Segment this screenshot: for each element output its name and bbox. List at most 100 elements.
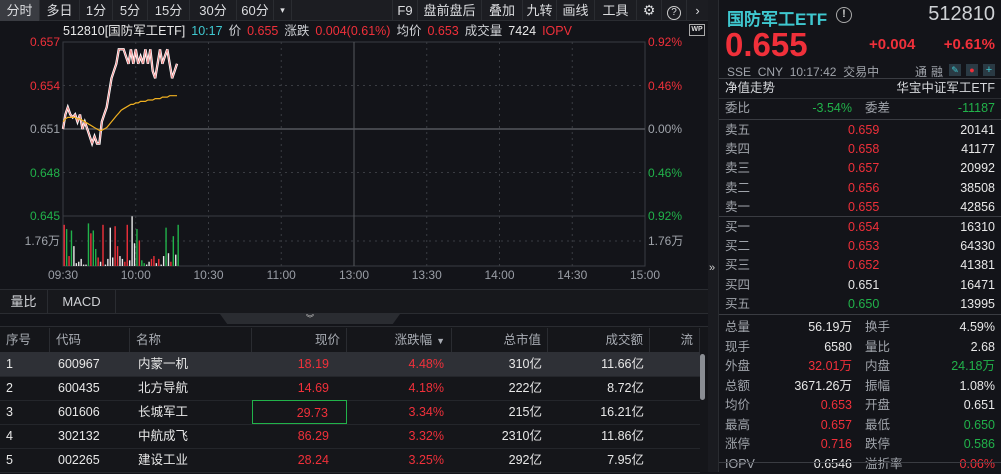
volume-bar	[73, 246, 75, 266]
column-header-label: 涨跌幅	[394, 333, 433, 347]
table-cell: 7.95亿	[607, 453, 644, 467]
column-header-label: 序号	[6, 333, 32, 347]
volume-bar	[107, 258, 109, 266]
stat-value: 0.06%	[959, 456, 995, 471]
column-header[interactable]: 名称	[130, 328, 252, 352]
column-header-label: 代码	[56, 333, 82, 347]
table-cell: 3.25%	[408, 453, 444, 467]
bid-row[interactable]: 买三 0.652 41381	[725, 256, 995, 275]
tab-macd[interactable]: MACD	[48, 290, 116, 313]
volume-bar	[99, 261, 102, 266]
table-cell: 4.48%	[408, 357, 444, 371]
table-cell: 29.73	[252, 400, 347, 424]
level-label: 买一	[725, 220, 751, 234]
bid-row[interactable]: 买四 0.651 16471	[725, 276, 995, 295]
stat-value: 56.19万	[808, 320, 852, 334]
y-tick-left: 0.651	[29, 122, 60, 136]
bid-row[interactable]: 买二 0.653 64330	[725, 237, 995, 256]
ask-row[interactable]: 卖二 0.656 38508	[725, 179, 995, 198]
stat-label: 最低	[865, 417, 891, 432]
level-label: 卖三	[725, 161, 751, 176]
volume-bar	[143, 263, 145, 266]
volume-bar	[124, 261, 126, 266]
column-header-label: 成交额	[605, 333, 643, 347]
bid-row[interactable]: 买五 0.650 13995	[725, 295, 995, 314]
column-header[interactable]: 序号	[0, 328, 50, 352]
level-label: 买三	[725, 258, 751, 273]
expand-icon[interactable]: »	[709, 262, 715, 274]
column-header[interactable]: 涨跌幅 ▼	[347, 328, 452, 352]
level-volume: 41381	[960, 258, 995, 273]
table-cell: 内蒙一机	[138, 357, 189, 371]
bid-row[interactable]: 买一 0.654 16310	[725, 218, 995, 237]
stat-row: IOPV 0.6546 溢折率 0.06%	[725, 455, 995, 474]
column-header[interactable]: 流	[650, 328, 700, 352]
table-cell: 18.19	[297, 357, 329, 371]
weibi-row: 委比 -3.54% 委差 -11187	[725, 99, 995, 118]
table-cell: 222亿	[508, 381, 542, 395]
stat-value: 1.08%	[959, 378, 995, 393]
column-header[interactable]: 总市值	[452, 328, 548, 352]
bell-icon[interactable]: ●	[966, 64, 978, 76]
volume-bar	[162, 256, 165, 266]
panel-splitter[interactable]: »	[708, 0, 718, 472]
ask-row[interactable]: 卖五 0.659 20141	[725, 121, 995, 140]
volume-bar	[78, 261, 80, 266]
pencil-icon[interactable]: ✎	[949, 64, 961, 76]
stat-label: 量比	[865, 339, 891, 354]
level-label: 买二	[725, 239, 751, 254]
nav-row[interactable]: 净值走势 华宝中证军工ETF	[725, 79, 995, 98]
table-row[interactable]: 5 002265 建设工业 28.24 3.25% 292亿 7.95亿	[0, 448, 700, 473]
collapse-panel-handle[interactable]: ︾	[220, 314, 400, 324]
volume-bar	[160, 264, 162, 266]
level-label: 卖四	[725, 142, 751, 157]
table-row[interactable]: 2 600435 北方导航 14.69 4.18% 222亿 8.72亿	[0, 376, 700, 401]
volume-bar	[87, 223, 90, 266]
table-cell: 28.24	[297, 453, 329, 467]
table-cell: 2	[6, 381, 13, 395]
level-price: 0.652	[848, 258, 880, 273]
weibi-value: -3.54%	[812, 101, 852, 115]
column-header-label: 名称	[136, 333, 162, 347]
column-header[interactable]: 现价	[252, 328, 347, 352]
add-icon[interactable]: +	[983, 64, 995, 76]
currency: CNY	[757, 65, 784, 79]
level-label: 买五	[725, 296, 751, 311]
table-scrollbar[interactable]	[700, 354, 705, 400]
y-tick-right: 0.92%	[648, 209, 683, 223]
level-price: 0.659	[848, 123, 880, 137]
table-cell: 14.69	[297, 381, 329, 395]
column-header[interactable]: 代码	[50, 328, 130, 352]
stat-row: 总额 3671.26万 振幅 1.08%	[725, 377, 995, 396]
indicator-tabs: 量比 MACD	[0, 289, 708, 314]
stat-label: 总额	[725, 378, 751, 393]
volume-bar	[119, 256, 121, 266]
sort-desc-icon[interactable]: ▼	[436, 336, 445, 346]
column-header[interactable]: 成交额	[548, 328, 650, 352]
table-cell: 5	[6, 453, 13, 467]
stat-label: 内盘	[865, 359, 891, 373]
table-row[interactable]: 3 601606 长城军工 29.73 3.34% 215亿 16.21亿	[0, 400, 700, 425]
volume-bar	[85, 264, 87, 266]
table-cell: 4.18%	[408, 381, 444, 395]
volume-bar	[80, 258, 82, 266]
stat-value: 4.59%	[959, 320, 995, 334]
ask-row[interactable]: 卖一 0.655 42856	[725, 198, 995, 217]
ask-row[interactable]: 卖四 0.658 41177	[725, 140, 995, 159]
info-icon[interactable]: !	[836, 7, 852, 23]
weicha-value: -11187	[957, 101, 995, 115]
level-label: 卖五	[725, 123, 751, 137]
table-row[interactable]: 4 302132 中航成飞 86.29 3.32% 2310亿 11.86亿	[0, 424, 700, 449]
stat-value: 6580	[824, 339, 852, 354]
ask-row[interactable]: 卖三 0.657 20992	[725, 159, 995, 178]
nav-trend-label[interactable]: 净值走势	[725, 81, 775, 95]
table-cell: 16.21亿	[600, 405, 644, 419]
x-tick: 14:00	[484, 268, 515, 282]
table-cell: 3	[6, 405, 13, 419]
stat-label: 最高	[725, 417, 751, 432]
table-cell: 601606	[58, 405, 100, 419]
level-price: 0.651	[848, 277, 880, 292]
column-header-label: 总市值	[503, 333, 541, 347]
tab-volume-ratio[interactable]: 量比	[0, 290, 48, 313]
table-row[interactable]: 1 600967 内蒙一机 18.19 4.48% 310亿 11.66亿	[0, 352, 700, 377]
